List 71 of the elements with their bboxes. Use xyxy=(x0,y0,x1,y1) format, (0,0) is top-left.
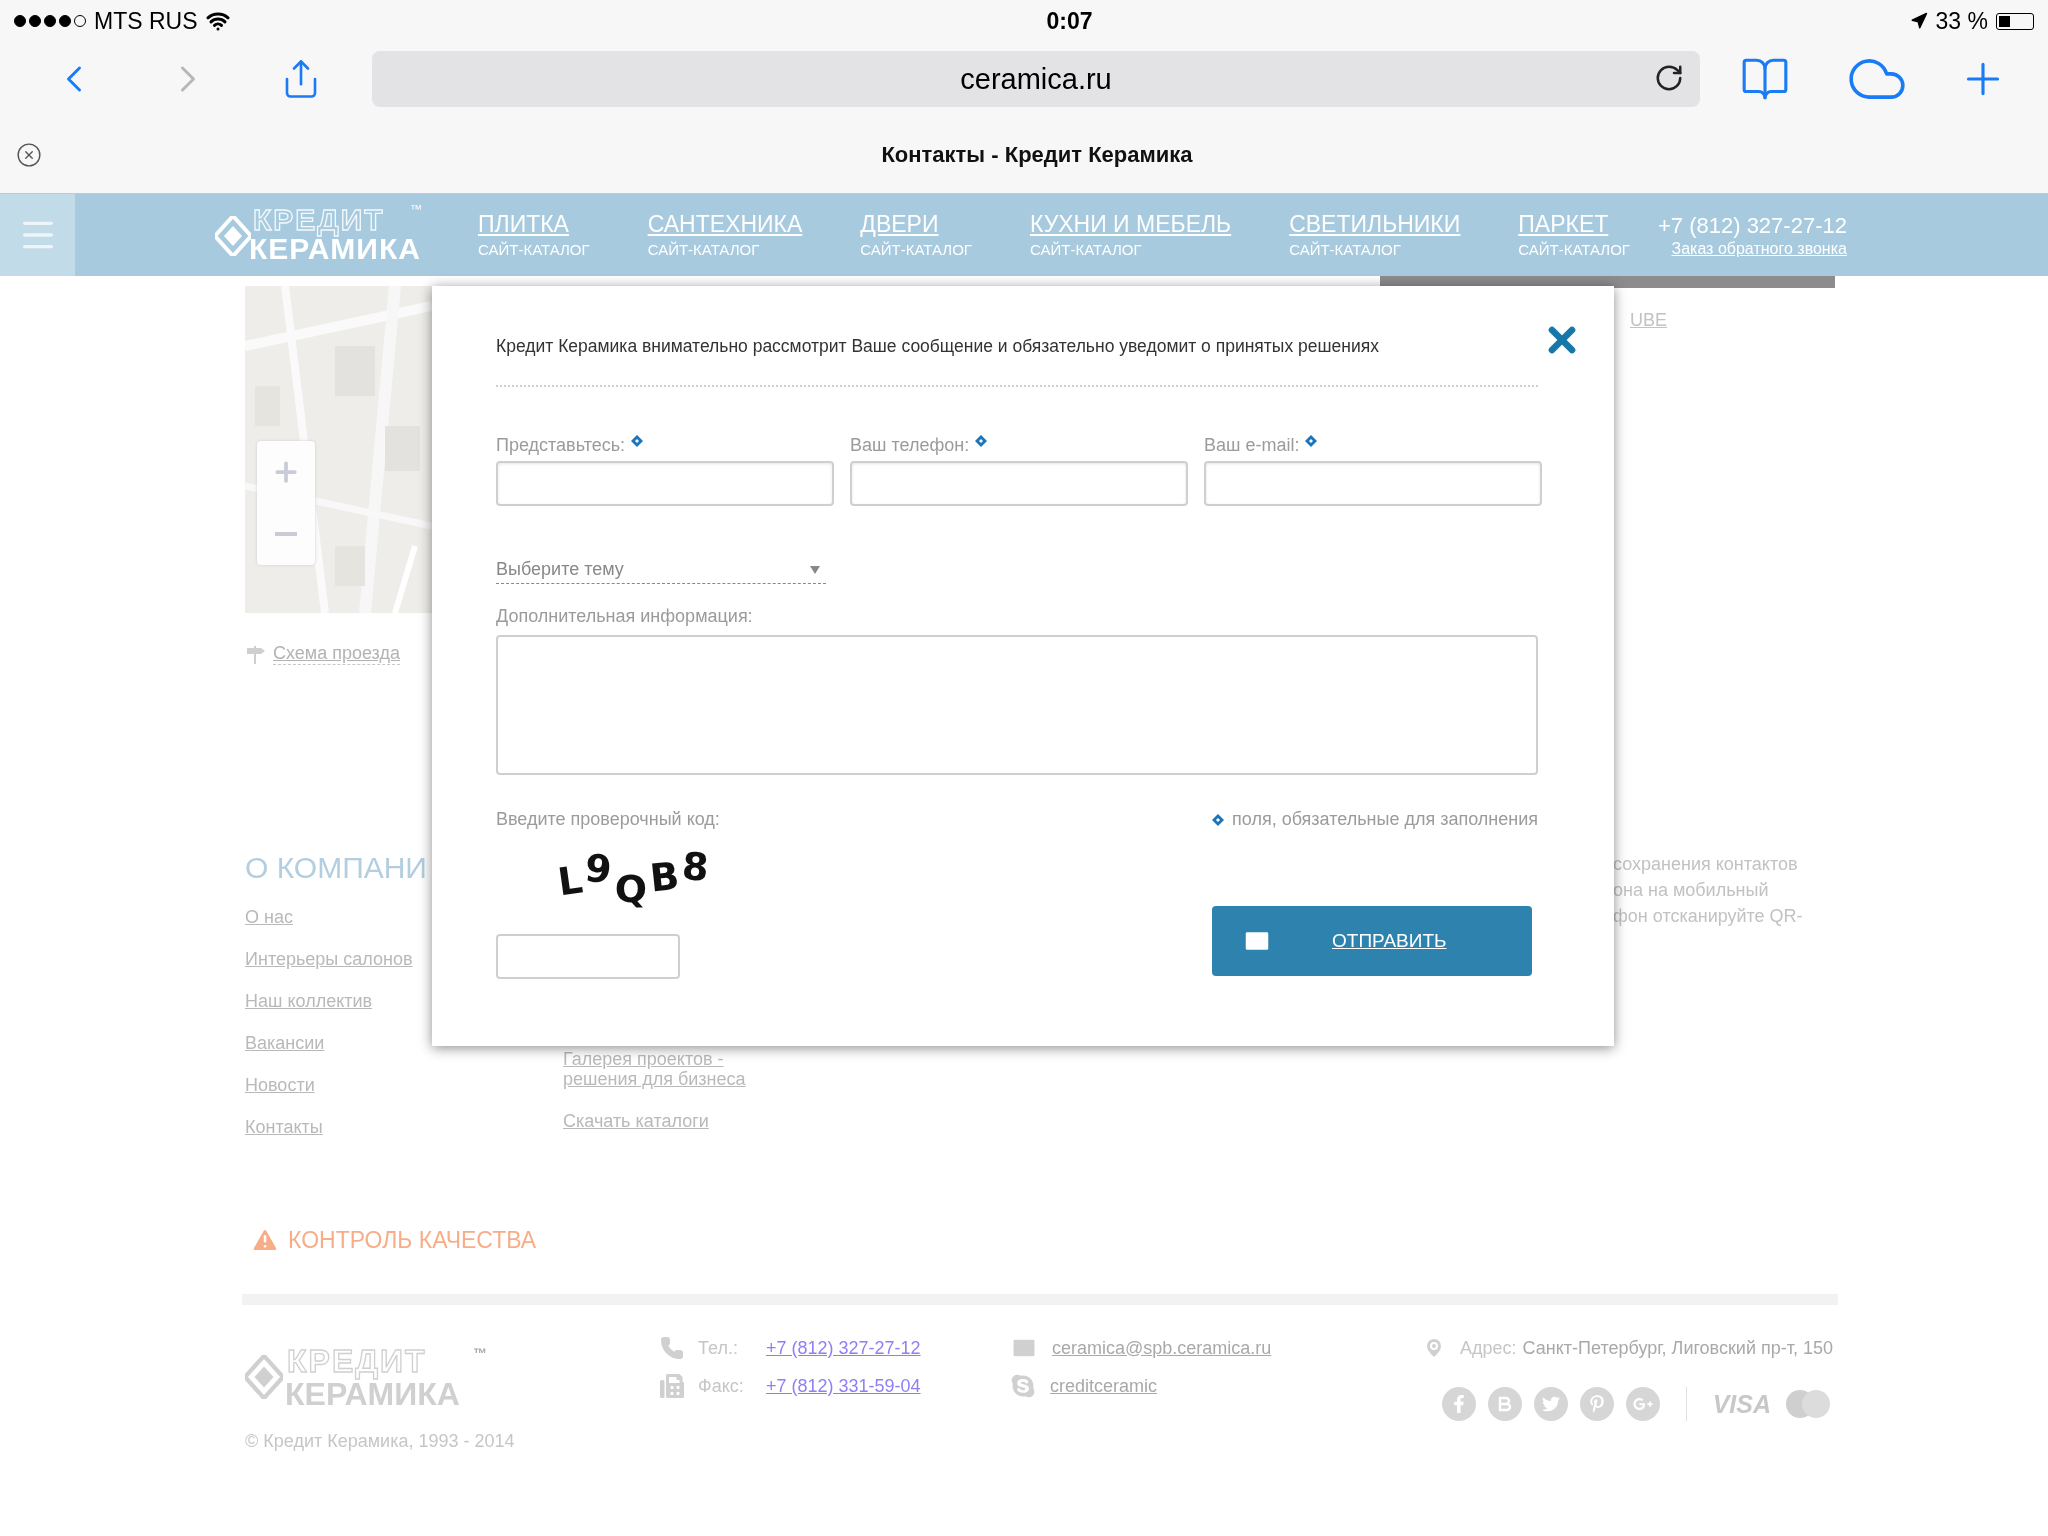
reload-icon xyxy=(1654,63,1684,93)
qr-text: фон отсканируйте QR- xyxy=(1613,905,1804,928)
footer-link[interactable]: Скачать каталоги xyxy=(563,1111,763,1131)
pinterest-icon xyxy=(1587,1395,1606,1413)
carrier-name: MTS RUS xyxy=(94,7,198,35)
address: Адрес: Санкт-Петербург, Лиговский пр-т, 150 xyxy=(1460,1337,1833,1359)
submit-button[interactable]: ОТПРАВИТЬ xyxy=(1212,906,1532,976)
twitter-button[interactable] xyxy=(1533,1387,1568,1421)
bird-icon xyxy=(1541,1395,1560,1413)
input-field[interactable] xyxy=(496,461,834,506)
cut-link[interactable]: UBE xyxy=(1630,310,1667,331)
reload-button[interactable] xyxy=(1654,63,1684,93)
field-label: Ваш телефон: xyxy=(850,435,1188,461)
message-field[interactable] xyxy=(496,635,1538,775)
skype-link[interactable]: creditceramic xyxy=(1050,1375,1158,1397)
phone-number: +7 (812) 327-27-12 xyxy=(1657,212,1847,240)
google-plus-button[interactable] xyxy=(1625,1387,1660,1421)
battery-percent: 33 % xyxy=(1935,7,1988,35)
clock: 0:07 xyxy=(1046,7,1093,35)
fax-label: Факс: xyxy=(698,1375,745,1397)
fax-link[interactable]: +7 (812) 331-59-04 xyxy=(766,1375,921,1397)
nav-link[interactable]: САНТЕХНИКА САЙТ-КАТАЛОГ xyxy=(647,209,803,261)
nav-link[interactable]: СВЕТИЛЬНИКИ САЙТ-КАТАЛОГ xyxy=(1289,209,1461,261)
required-marker-icon xyxy=(1212,813,1225,826)
nav-link[interactable]: КУХНИ И МЕБЕЛЬ САЙТ-КАТАЛОГ xyxy=(1030,209,1232,261)
facebook-button[interactable] xyxy=(1441,1387,1476,1421)
captcha-field[interactable] xyxy=(496,934,680,979)
field-label: Дополнительная информация: xyxy=(496,606,754,627)
route-link[interactable]: Схема проезда xyxy=(273,643,400,665)
skype-icon xyxy=(1010,1373,1036,1399)
site-logo[interactable]: КРЕДИТ КЕРАМИКА ™ xyxy=(215,206,430,264)
field-label: Представьтесь: xyxy=(496,435,834,461)
battery-icon xyxy=(1996,12,2034,30)
footer-link[interactable]: Контакты xyxy=(245,1117,445,1137)
footer-link[interactable]: Новости xyxy=(245,1075,445,1095)
nav-link[interactable]: ПАРКЕТ САЙТ-КАТАЛОГ xyxy=(1518,209,1630,261)
copyright: © Кредит Керамика, 1993 - 2014 xyxy=(245,1431,516,1452)
dialog-intro: Кредит Керамика внимательно рассмотрит Ваше сообщение и обязательно уведомит о принятых решениях xyxy=(496,336,1380,357)
captcha-image: L9QB8 xyxy=(554,843,711,913)
required-note-text: поля, обязательные для заполнения xyxy=(1232,809,1538,830)
phone-icon xyxy=(660,1336,684,1360)
quality-link[interactable]: КОНТРОЛЬ КАЧЕСТВА xyxy=(288,1226,537,1254)
topic-dropdown[interactable]: Выберите тему xyxy=(496,556,826,584)
pinterest-button[interactable] xyxy=(1579,1387,1614,1421)
qr-text: она на мобильный xyxy=(1613,879,1770,902)
vk-button[interactable] xyxy=(1487,1387,1522,1421)
section-heading: О КОМПАНИ xyxy=(245,851,428,885)
qr-text: сохранения контактов xyxy=(1613,853,1799,876)
dropdown-arrow-icon xyxy=(810,565,820,574)
input-field[interactable] xyxy=(850,461,1188,506)
input-field[interactable] xyxy=(1204,461,1542,506)
minus-icon xyxy=(275,532,297,536)
footer-link[interactable]: Галерея проектов - решения для бизнеса xyxy=(563,1049,763,1089)
fax-icon xyxy=(660,1374,684,1398)
card-logo-icon xyxy=(1783,1389,1833,1419)
menu-button[interactable] xyxy=(0,194,75,276)
email-link[interactable]: ceramica@spb.ceramica.ru xyxy=(1052,1337,1272,1359)
vk-icon xyxy=(1496,1396,1513,1412)
close-tab-button[interactable] xyxy=(16,141,42,168)
nav-link[interactable]: ДВЕРИ САЙТ-КАТАЛОГ xyxy=(860,209,972,261)
tel-label: Тел.: xyxy=(698,1337,739,1359)
field-label: Ваш e-mail: xyxy=(1204,435,1542,461)
location-icon xyxy=(1909,12,1928,30)
address-bar[interactable]: ceramica.ru xyxy=(372,51,1700,107)
field-label: Введите проверочный код: xyxy=(496,809,720,830)
callback-link[interactable]: Заказ обратного звонка xyxy=(1671,240,1847,258)
close-icon xyxy=(16,141,42,168)
phone-link[interactable]: +7 (812) 327-27-12 xyxy=(766,1337,921,1359)
signpost-icon xyxy=(245,644,267,664)
nav-link[interactable]: ПЛИТКА САЙТ-КАТАЛОГ xyxy=(478,209,590,261)
url-text: ceramica.ru xyxy=(960,62,1112,96)
